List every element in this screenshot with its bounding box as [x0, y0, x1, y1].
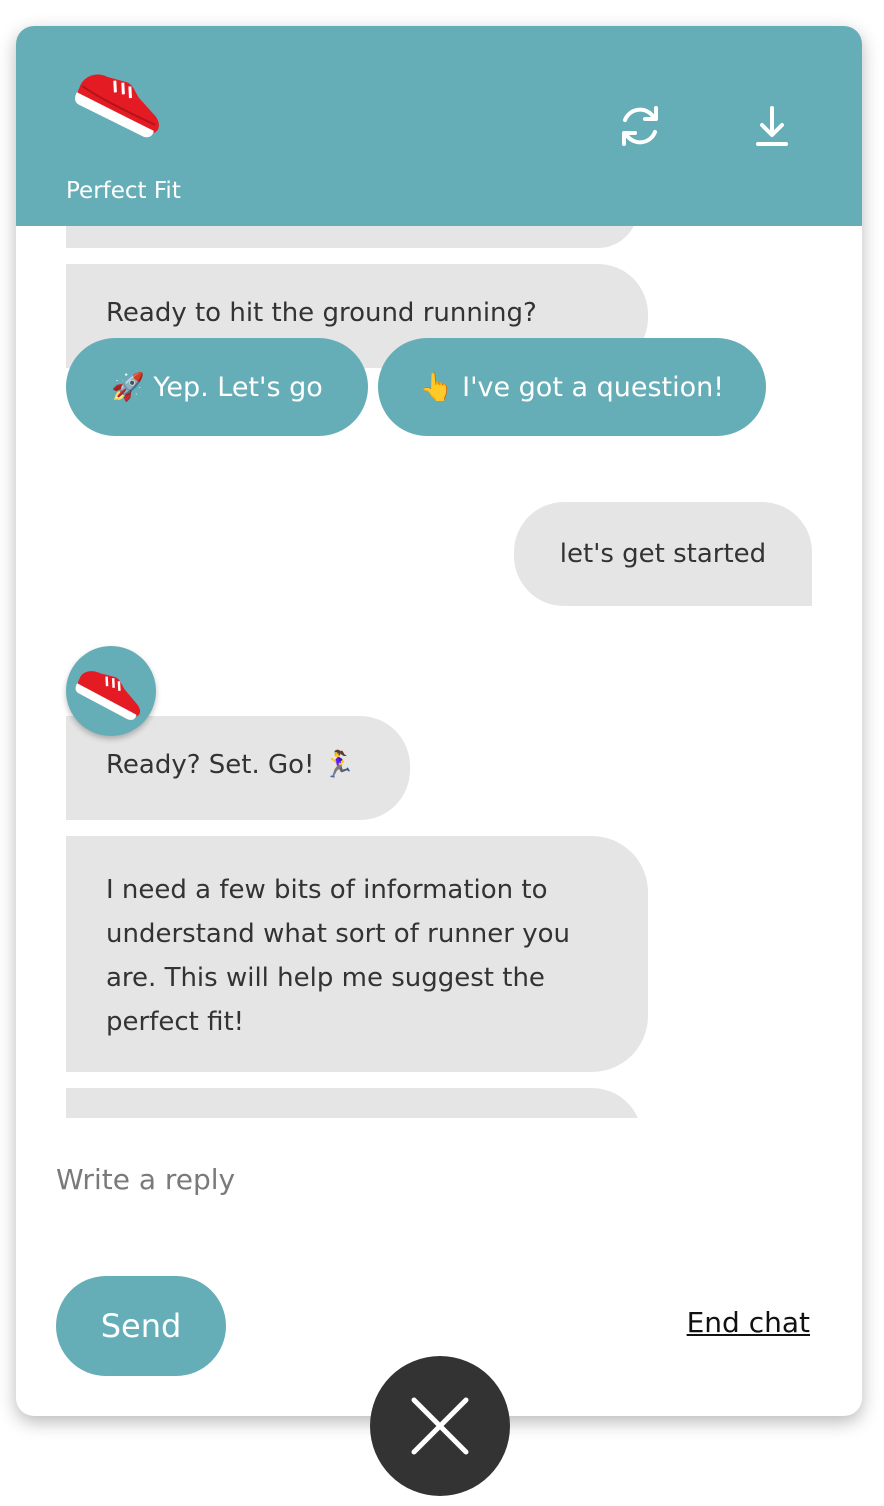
running-shoe-icon: [66, 56, 176, 146]
close-chat-button[interactable]: [370, 1356, 510, 1496]
user-message: let's get started: [514, 502, 812, 606]
bot-avatar: [66, 646, 156, 736]
bot-message-partial: [66, 1088, 642, 1118]
message-list[interactable]: Ready to hit the ground running? 🚀 Yep. …: [16, 226, 862, 1118]
reply-input[interactable]: [56, 1156, 816, 1202]
quick-reply-question[interactable]: 👆 I've got a question!: [378, 338, 766, 436]
bot-message-partial: [66, 226, 638, 248]
user-message-text: let's get started: [559, 539, 767, 569]
brand-name: Perfect Fit: [66, 178, 181, 204]
download-icon: [756, 106, 788, 146]
close-icon: [411, 1397, 469, 1455]
send-button[interactable]: Send: [56, 1276, 226, 1376]
download-button[interactable]: [744, 98, 800, 154]
chat-widget: Perfect Fit Ready to hit the ground runn…: [16, 26, 862, 1416]
chat-header: Perfect Fit: [16, 26, 862, 226]
refresh-button[interactable]: [612, 98, 668, 154]
end-chat-link[interactable]: End chat: [687, 1306, 810, 1339]
refresh-icon: [622, 106, 658, 146]
bot-message: I need a few bits of information to unde…: [66, 836, 648, 1072]
running-shoe-icon: [75, 671, 141, 720]
quick-reply-lets-go[interactable]: 🚀 Yep. Let's go: [66, 338, 368, 436]
